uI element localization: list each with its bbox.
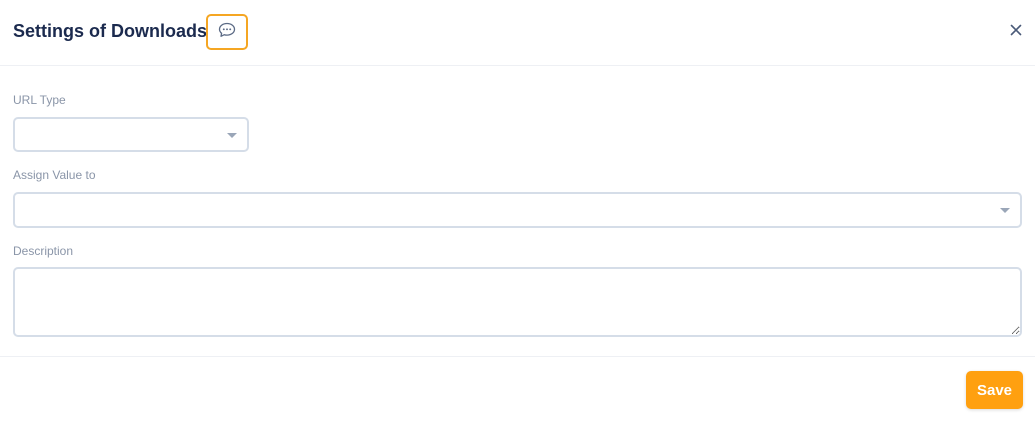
assign-value-select[interactable] xyxy=(13,192,1022,228)
settings-dialog: Settings of Downloads URL Type Assign Va… xyxy=(0,0,1035,421)
close-icon xyxy=(1010,23,1022,41)
url-type-select[interactable] xyxy=(13,117,249,152)
close-button[interactable] xyxy=(1006,22,1026,42)
save-button[interactable]: Save xyxy=(966,371,1023,409)
comment-button[interactable] xyxy=(206,14,248,50)
url-type-label: URL Type xyxy=(13,93,66,107)
chat-bubble-ellipsis-icon xyxy=(218,22,236,43)
dialog-title: Settings of Downloads xyxy=(13,21,208,41)
assign-value-label: Assign Value to xyxy=(13,168,96,182)
chevron-down-icon xyxy=(1000,208,1010,213)
dialog-header: Settings of Downloads xyxy=(0,0,1035,66)
footer-divider xyxy=(0,356,1035,357)
description-textarea[interactable] xyxy=(13,267,1022,337)
chevron-down-icon xyxy=(227,132,237,138)
description-label: Description xyxy=(13,244,74,258)
